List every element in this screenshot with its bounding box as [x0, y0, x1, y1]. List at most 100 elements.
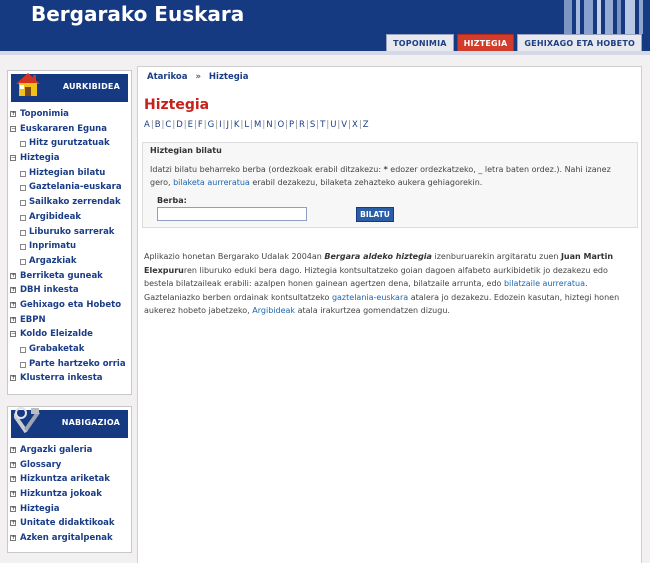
collapse-icon[interactable]: − [10, 125, 16, 132]
sidebar-item-hiztegia-2[interactable]: + Hiztegia [8, 502, 131, 517]
sidebar-item-dbh-inkesta[interactable]: + DBH inkesta [8, 283, 131, 298]
sidebar-item-argazki-galeria[interactable]: + Argazki galeria [8, 443, 131, 458]
alphabet-separator: | [305, 120, 309, 130]
sidebar-item-gehixago-eta-hobeto[interactable]: + Gehixago eta Hobeto [8, 298, 131, 313]
sidebar-item-argazkiak[interactable]: Argazkiak [8, 254, 131, 269]
expand-icon[interactable]: + [10, 375, 16, 382]
search-button[interactable]: BILATU [356, 207, 394, 222]
sidebar-item-grabaketak[interactable]: Grabaketak [8, 342, 131, 357]
alphabet-letter-e[interactable]: E [188, 120, 193, 130]
advanced-search-link[interactable]: bilaketa aurreratua [173, 178, 250, 187]
expand-icon[interactable]: + [10, 111, 16, 117]
alphabet-letter-c[interactable]: C [165, 120, 171, 130]
breadcrumb-home-link[interactable]: Atarikoa [147, 72, 187, 82]
sidebar-item-hiztegia[interactable]: − Hiztegia [8, 151, 131, 166]
alphabet-letter-l[interactable]: L [244, 120, 249, 130]
sidebar-item-unitate-didaktikoak[interactable]: + Unitate didaktikoak [8, 516, 131, 531]
alphabet-letter-p[interactable]: P [289, 120, 294, 130]
sidebar-item-sailkako-zerrendak[interactable]: Sailkako zerrendak [8, 195, 131, 210]
expand-icon[interactable]: + [10, 447, 16, 453]
sidebar-item-label: Argibideak [29, 211, 82, 222]
instructions-link[interactable]: Argibideak [252, 306, 295, 315]
sidebar-aurkibidea-title: AURKIBIDEA [62, 82, 120, 91]
alphabet-letter-x[interactable]: X [352, 120, 358, 130]
tab-hiztegia[interactable]: HIZTEGIA [456, 34, 515, 51]
sidebar-item-hizkuntza-jokoak[interactable]: + Hizkuntza jokoak [8, 487, 131, 502]
expand-icon[interactable]: + [10, 520, 16, 527]
alphabet-letter-u[interactable]: U [330, 120, 336, 130]
sidebar-item-koldo-eleizalde[interactable]: − Koldo Eleizalde [8, 327, 131, 342]
alphabet-letter-i[interactable]: I [219, 120, 222, 130]
alphabet-letter-d[interactable]: D [176, 120, 183, 130]
alphabet-letter-v[interactable]: V [341, 120, 347, 130]
expand-icon[interactable]: + [10, 476, 16, 483]
search-field-label: Berba: [157, 196, 187, 205]
expand-icon[interactable]: + [10, 491, 16, 498]
sidebar-item-label: Sailkako zerrendak [29, 197, 121, 208]
search-description: Idatzi bilatu beharreko berba (ordezkoak… [150, 163, 630, 189]
alphabet-separator: | [222, 120, 226, 130]
sidebar-item-label: Euskararen Eguna [20, 123, 107, 134]
sidebar-item-hitz-gurutzatuak[interactable]: Hitz gurutzatuak [8, 136, 131, 151]
breadcrumb-current: Hiztegia [208, 72, 249, 82]
alphabet-letter-r[interactable]: R [299, 120, 305, 130]
sidebar-item-parte-hartzeko-orria[interactable]: Parte hartzeko orria [8, 357, 131, 372]
expand-icon[interactable]: + [10, 272, 16, 279]
alphabet-separator: | [348, 120, 351, 130]
alphabet-letter-t[interactable]: T [320, 120, 325, 130]
alphabet-letter-k[interactable]: K [234, 120, 240, 130]
alphabet-separator: | [172, 120, 176, 130]
sidebar-item-ebpn[interactable]: + EBPN [8, 313, 131, 328]
intro-text: atala irakurtzea gomendatzen dizugu. [295, 306, 450, 316]
sidebar-item-klusterra-inkesta[interactable]: + Klusterra inkesta [8, 371, 131, 386]
expand-icon[interactable]: + [10, 535, 16, 542]
sidebar-item-label: Hizkuntza ariketak [20, 474, 110, 485]
sidebar-item-argibideak[interactable]: Argibideak [8, 210, 131, 225]
collapse-icon[interactable]: − [10, 155, 16, 162]
sidebar-item-berriketa-guneak[interactable]: + Berriketa guneak [8, 269, 131, 284]
alphabet-letter-o[interactable]: O [277, 120, 284, 130]
alphabet-letter-j[interactable]: J [227, 120, 230, 130]
expand-icon[interactable]: + [10, 505, 16, 512]
spanish-basque-link[interactable]: gaztelania-euskara [332, 293, 408, 302]
site-title[interactable]: Bergarako Euskara [31, 2, 244, 26]
alphabet-letter-g[interactable]: G [208, 120, 215, 130]
main-content: Atarikoa » Hiztegia Hiztegia A|B|C|D|E|F… [137, 66, 642, 563]
expand-icon[interactable]: + [10, 287, 16, 294]
sidebar-item-label: Inprimatu [29, 241, 77, 252]
sidebar-item-gaztelania-euskara[interactable]: Gaztelania-euskara [8, 180, 131, 195]
collapse-icon[interactable]: − [10, 331, 16, 338]
alphabet-letter-n[interactable]: N [266, 120, 272, 130]
sidebar-item-azken-argitalpenak[interactable]: + Azken argitalpenak [8, 531, 131, 546]
house-icon [14, 70, 42, 102]
sidebar-item-glossary[interactable]: + Glossary [8, 458, 131, 473]
alphabet-letter-f[interactable]: F [198, 120, 203, 130]
sidebar-item-inprimatu[interactable]: Inprimatu [8, 239, 131, 254]
alphabet-letter-m[interactable]: M [254, 120, 261, 130]
sidebar-item-euskararen-eguna[interactable]: − Euskararen Eguna [8, 122, 131, 137]
tab-gehixago-eta-hobeto[interactable]: GEHIXAGO ETA HOBETO [517, 34, 642, 51]
alphabet-letter-b[interactable]: B [155, 120, 161, 130]
sidebar-item-label: Hiztegia [20, 503, 60, 514]
sidebar-item-liburuko-sarrerak[interactable]: Liburuko sarrerak [8, 225, 131, 240]
sidebar-item-hizkuntza-ariketak[interactable]: + Hizkuntza ariketak [8, 472, 131, 487]
expand-icon[interactable]: + [10, 461, 16, 468]
alphabet-index: A|B|C|D|E|F|G|I|J|K|L|M|N|O|P|R|S|T|U|V|… [144, 120, 369, 130]
alphabet-letter-z[interactable]: Z [363, 120, 369, 130]
breadcrumb-separator: » [195, 72, 201, 82]
sidebar-item-label: Koldo Eleizalde [20, 329, 93, 340]
sidebar-item-label: Klusterra inkesta [20, 373, 103, 384]
alphabet-letter-s[interactable]: S [310, 120, 315, 130]
alphabet-separator: | [230, 120, 233, 130]
sidebar-item-toponimia[interactable]: + Toponimia [8, 107, 131, 122]
alphabet-separator: | [316, 120, 320, 130]
alphabet-separator: | [150, 120, 154, 130]
advanced-searcher-link[interactable]: bilatzaile aurreratua [504, 279, 585, 288]
sidebar-item-hiztegian-bilatu[interactable]: Hiztegian bilatu [8, 166, 131, 181]
search-input[interactable] [157, 207, 307, 221]
intro-book-title: Bergara aldeko hiztegia [324, 252, 432, 261]
expand-icon[interactable]: + [10, 301, 16, 308]
tab-toponimia[interactable]: TOPONIMIA [386, 34, 454, 51]
alphabet-letter-a[interactable]: A [144, 120, 150, 130]
expand-icon[interactable]: + [10, 316, 16, 323]
